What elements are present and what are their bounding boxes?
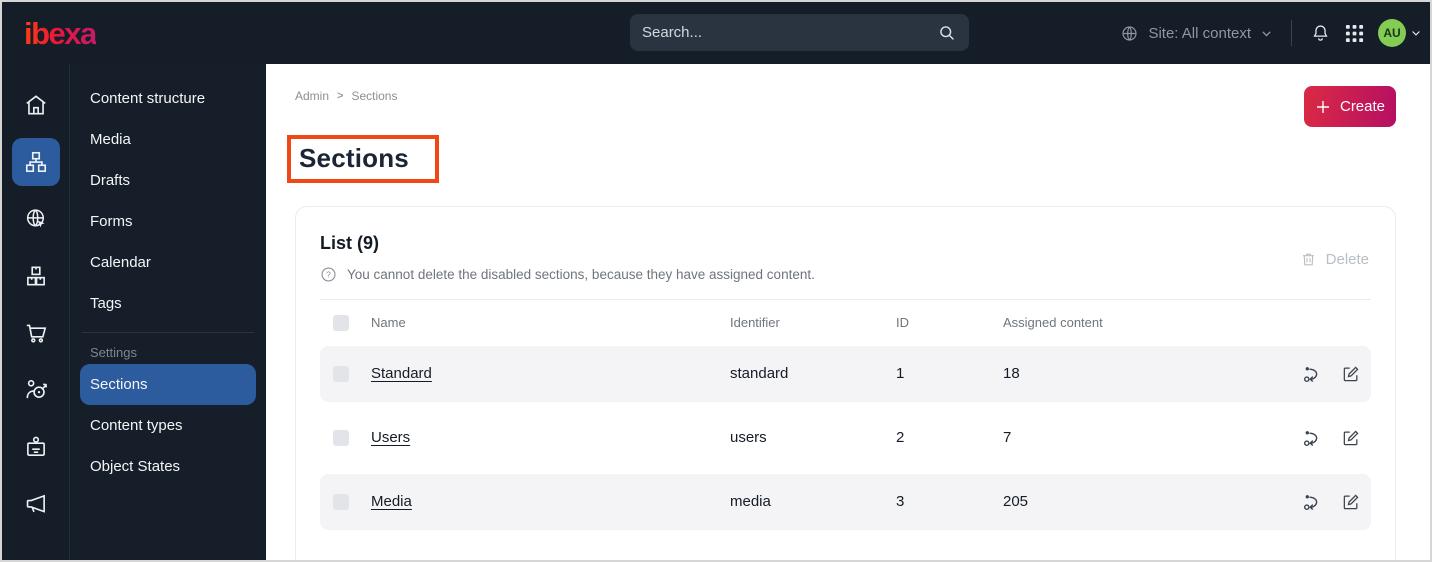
section-assigned-count: 205 xyxy=(1003,493,1029,511)
create-button-label: Create xyxy=(1339,98,1386,115)
menu-item-calendar[interactable]: Calendar xyxy=(80,242,256,283)
table-row: Media media 3 205 xyxy=(320,473,1371,530)
table-row: Users users 2 7 xyxy=(320,410,1371,466)
column-header-identifier: Identifier xyxy=(730,315,780,331)
user-menu[interactable]: AU xyxy=(1378,19,1422,47)
top-bar: ibexa Site: All context xyxy=(2,2,1430,64)
app-grid-icon[interactable] xyxy=(1345,24,1364,43)
plus-icon xyxy=(1315,99,1331,115)
rail-commerce-cart-icon[interactable] xyxy=(12,309,60,357)
section-identifier: users xyxy=(730,429,767,447)
site-context-dropdown[interactable]: Site: All context xyxy=(1120,24,1273,43)
avatar[interactable]: AU xyxy=(1378,19,1406,47)
search-icon[interactable] xyxy=(937,23,957,43)
global-search[interactable] xyxy=(630,14,969,51)
topbar-divider xyxy=(1291,20,1292,46)
list-hint: ? You cannot delete the disabled section… xyxy=(320,266,1371,283)
breadcrumb: Admin > Sections xyxy=(295,89,397,103)
search-input[interactable] xyxy=(642,24,937,41)
list-hint-text: You cannot delete the disabled sections,… xyxy=(347,266,815,282)
list-title: List (9) xyxy=(320,232,380,253)
table-header: Name Identifier ID Assigned content xyxy=(320,300,1371,346)
edit-icon[interactable] xyxy=(1341,428,1361,448)
rail-content-structure-icon[interactable] xyxy=(11,138,60,186)
svg-text:?: ? xyxy=(326,269,331,279)
row-checkbox[interactable] xyxy=(333,493,349,510)
globe-icon xyxy=(1120,24,1139,43)
section-assigned-count: 7 xyxy=(1003,429,1012,447)
select-all-checkbox[interactable] xyxy=(333,314,349,331)
edit-icon[interactable] xyxy=(1341,492,1361,512)
main-content: Admin > Sections Create Sections List (9… xyxy=(266,64,1430,560)
section-id: 1 xyxy=(896,365,905,383)
notifications-bell-icon[interactable] xyxy=(1310,23,1331,44)
assign-content-icon[interactable] xyxy=(1302,364,1322,384)
site-context-label: Site: All context xyxy=(1148,24,1251,42)
menu-item-sections[interactable]: Sections xyxy=(80,364,256,405)
column-header-name: Name xyxy=(371,315,406,331)
page-title: Sections xyxy=(299,143,409,173)
breadcrumb-current: Sections xyxy=(351,89,398,103)
rail-site-icon[interactable] xyxy=(12,195,60,243)
ibexa-logo[interactable]: ibexa xyxy=(24,18,97,49)
breadcrumb-separator-icon: > xyxy=(337,90,344,102)
breadcrumb-admin[interactable]: Admin xyxy=(295,89,329,103)
delete-button-label: Delete xyxy=(1325,250,1369,268)
menu-item-media[interactable]: Media xyxy=(80,119,256,160)
sidebar-menu: Content structure Media Drafts Forms Cal… xyxy=(70,64,266,560)
topbar-actions: Site: All context AU xyxy=(1120,2,1422,64)
section-id: 2 xyxy=(896,429,905,447)
help-circle-icon: ? xyxy=(320,266,337,283)
section-identifier: standard xyxy=(730,365,789,383)
trash-icon xyxy=(1300,251,1317,268)
rail-product-catalog-icon[interactable] xyxy=(12,252,60,300)
rail-home-icon[interactable] xyxy=(12,81,60,129)
row-checkbox[interactable] xyxy=(333,429,349,446)
rail-corporate-badge-icon[interactable] xyxy=(12,423,60,471)
section-name-link[interactable]: Users xyxy=(371,429,410,446)
section-identifier: media xyxy=(730,493,771,511)
chevron-down-icon xyxy=(1260,27,1273,40)
sections-list-card: List (9) ? You cannot delete the disable… xyxy=(295,205,1396,560)
menu-item-tags[interactable]: Tags xyxy=(80,283,256,324)
menu-item-object-states[interactable]: Object States xyxy=(80,446,256,487)
menu-item-content-structure[interactable]: Content structure xyxy=(80,78,256,119)
menu-item-drafts[interactable]: Drafts xyxy=(80,160,256,201)
annotation-highlight-box: Sections xyxy=(287,135,439,183)
edit-icon[interactable] xyxy=(1341,364,1361,384)
table-row: Standard standard 1 18 xyxy=(320,345,1371,402)
assign-content-icon[interactable] xyxy=(1302,428,1322,448)
section-id: 3 xyxy=(896,493,905,511)
row-checkbox[interactable] xyxy=(333,365,349,382)
section-assigned-count: 18 xyxy=(1003,365,1020,383)
settings-section-label: Settings xyxy=(90,345,137,360)
assign-content-icon[interactable] xyxy=(1302,492,1322,512)
create-button[interactable]: Create xyxy=(1304,86,1396,127)
column-header-id: ID xyxy=(896,315,909,331)
delete-button[interactable]: Delete xyxy=(1300,251,1369,268)
rail-marketing-megaphone-icon[interactable] xyxy=(12,480,60,528)
user-chevron-down-icon xyxy=(1410,27,1422,39)
app-window: ibexa Site: All context xyxy=(0,0,1432,562)
section-name-link[interactable]: Standard xyxy=(371,365,432,382)
menu-item-content-types[interactable]: Content types xyxy=(80,405,256,446)
column-header-assigned-content: Assigned content xyxy=(1003,315,1103,331)
rail-personalization-icon[interactable] xyxy=(12,366,60,414)
menu-item-forms[interactable]: Forms xyxy=(80,201,256,242)
icon-rail xyxy=(2,64,70,560)
section-name-link[interactable]: Media xyxy=(371,493,412,510)
